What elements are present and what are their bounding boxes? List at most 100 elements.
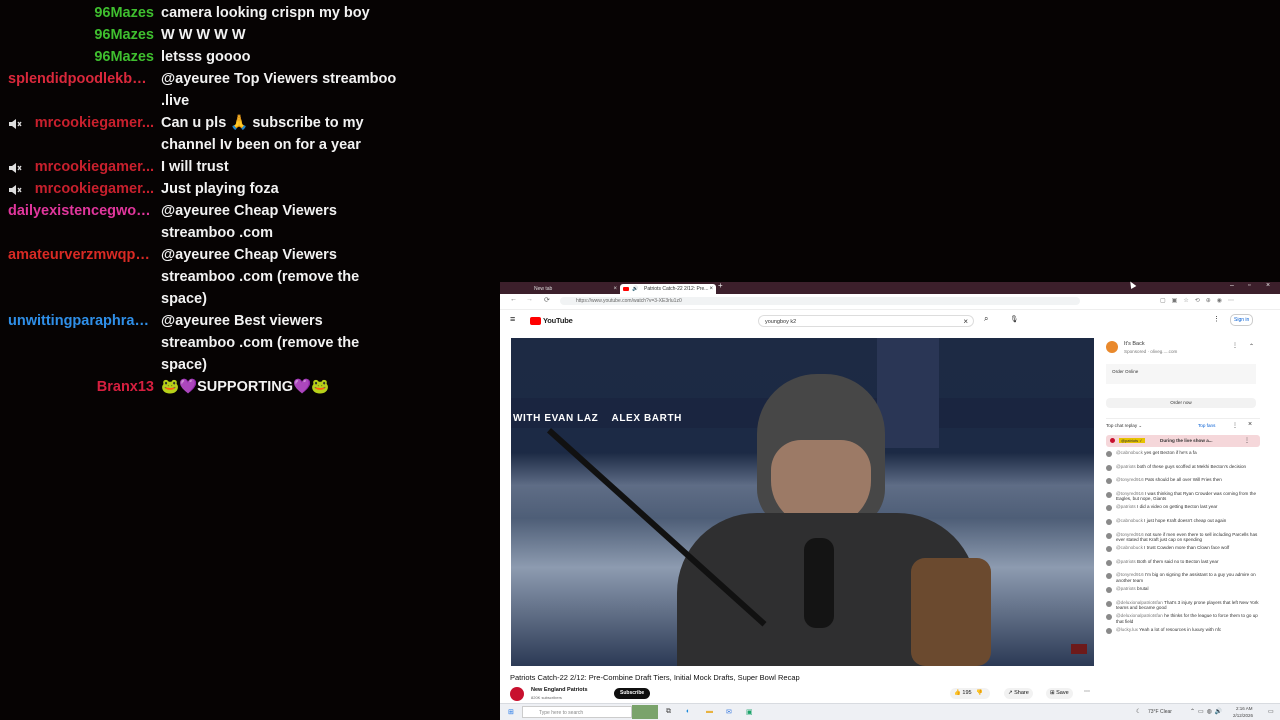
chat-close-icon[interactable]: × [1248,421,1252,428]
taskbar-date[interactable]: 2/12/2026 [1233,713,1253,718]
sign-in-button[interactable]: Sign in [1230,314,1254,326]
chat-username[interactable]: dailyexistencegwo5... [0,200,154,244]
chat-message-text: @ayeuree Best viewers streamboo .com (re… [161,313,360,373]
chat-avatar [1106,627,1112,634]
taskbar-search[interactable]: Type here to search [522,706,632,718]
chat-avatar [1106,586,1112,593]
chat-username[interactable]: mrcookiegamer... [0,178,154,200]
chat-username[interactable]: mrcookiegamer... [0,156,154,178]
chat-message: 96Mazes letsss goooo [0,46,480,68]
chat-message-list: @cabnobuck yes get Becton if he's a fa @p… [1106,450,1260,638]
speaker-muted-icon[interactable] [8,182,22,196]
live-chat-message[interactable]: @patriots I did a video on getting Becto… [1106,504,1260,515]
notifications-icon[interactable]: ▭ [1268,708,1274,715]
url-input[interactable]: https://www.youtube.com/watch?v=3-XE3rlu… [560,297,1080,305]
share-label: Share [1014,690,1029,696]
channel-name[interactable]: New England Patriots [531,687,588,693]
live-chat-message[interactable]: @tonyred916 I was thinking that Ryan Cro… [1106,491,1260,502]
chat-username[interactable]: unwittingparaphras... [0,310,154,376]
taskbar-promo-image[interactable] [632,705,658,719]
search-icon[interactable]: ⌕ [984,314,988,324]
speaker-muted-icon[interactable] [8,116,22,130]
live-chat-message[interactable]: @cabnobuck yes get Becton if he's a fa [1106,450,1260,461]
live-chat-message[interactable]: @patriots Both of them said no to Becton… [1106,559,1260,570]
tab-youtube-video[interactable]: 🔊 Patriots Catch-22 2/12: Pre... × [620,284,716,294]
video-player[interactable]: WITH EVAN LAZ ALEX BARTH [511,338,1094,666]
thumbs-down-icon[interactable]: 👎 [973,690,983,696]
minimize-icon[interactable]: – [1230,282,1234,289]
chat-username[interactable]: 96Mazes [0,24,154,46]
search-input[interactable]: youngboy k2 × [758,315,974,327]
new-tab-icon[interactable]: + [718,282,723,290]
live-chat-message[interactable]: @tonyred916 not sure if men even there t… [1106,532,1260,543]
chat-username[interactable]: Branx13 [0,376,154,398]
live-chat-message[interactable]: @deluxionalpatriotsfan That's 3 injury p… [1106,600,1260,611]
chat-avatar [1106,559,1112,566]
pinned-message[interactable]: @patriots ✓ During the live show a... ⋮ [1106,435,1260,447]
subscribe-label: Subscribe [620,690,645,696]
tab-new-tab[interactable]: New tab × [510,284,620,294]
live-chat-username: @patriots [1116,558,1136,564]
tab-label: Patriots Catch-22 2/12: Pre... [644,286,709,292]
more-options-icon[interactable]: ⋮ [1213,315,1220,323]
toolbar-extension-icons[interactable]: ▢▣☆⟲⊕◉⋯ [1160,297,1240,304]
file-explorer-icon[interactable]: ▬ [706,708,713,715]
taskbar-time[interactable]: 2:16 AM [1236,706,1253,711]
youtube-logo-icon[interactable] [530,317,541,325]
windows-start-icon[interactable]: ⊞ [508,708,514,716]
ad-order-button[interactable]: Order now [1106,398,1256,408]
video-watermark-icon [1071,644,1087,654]
task-view-icon[interactable]: ⧉ [666,708,671,716]
save-button[interactable]: ⊞ Save [1046,688,1073,699]
live-chat-message[interactable]: @tonyred916 I'm big on signing the assis… [1106,572,1260,583]
chat-mode-dropdown[interactable]: Top chat replay ⌄ [1106,423,1142,429]
chat-username[interactable]: 96Mazes [0,46,154,68]
chat-message: mrcookiegamer... Just playing foza [0,178,480,200]
collapse-icon[interactable]: ⌃ [1249,343,1254,350]
window-close-icon[interactable]: × [1266,282,1270,289]
edge-icon[interactable]: ◐ [686,708,690,715]
chat-username[interactable]: mrcookiegamer... [0,112,154,156]
live-chat-message[interactable]: @lucky.lux Yeah a lot of resources in lu… [1106,627,1260,638]
live-chat-message[interactable]: @deluxionalpatriotsfan he thinks for the… [1106,613,1260,624]
forward-icon[interactable]: → [526,296,533,303]
youtube-wordmark[interactable]: YouTube [543,316,573,325]
close-icon[interactable]: × [709,284,713,294]
menu-icon[interactable]: ≡ [510,314,515,324]
live-chat-message[interactable]: @tonyred916 Pats should be all over Will… [1106,477,1260,488]
microphone-icon[interactable]: 🎙 [1010,315,1018,323]
subscribe-button[interactable]: Subscribe [614,688,651,699]
chat-message: 96Mazes W W W W W [0,24,480,46]
chat-menu-icon[interactable]: ⋮ [1232,422,1238,429]
reload-icon[interactable]: ⟳ [544,296,550,304]
chat-avatar [1106,505,1112,512]
pinned-menu-icon[interactable]: ⋮ [1244,437,1250,444]
live-chat-message[interactable]: @cabnobuck I just hope Kraft doesn't che… [1106,518,1260,529]
live-chat-message[interactable]: @patriots brutal [1106,586,1260,597]
close-icon[interactable]: × [613,284,617,294]
tray-icons[interactable]: ⌃▭◍🔊 [1190,708,1225,715]
chat-avatar [1106,600,1112,607]
ad-menu-icon[interactable]: ⋮ [1232,342,1238,349]
top-fans-badge[interactable]: Top fans [1198,423,1215,428]
weather-text[interactable]: 73°F Clear [1148,709,1172,715]
mail-icon[interactable]: ✉ [726,708,732,716]
ad-card[interactable]: It's Back Sponsored · oliveg.....com ⋮ ⌃… [1106,338,1260,418]
back-icon[interactable]: ← [510,296,517,303]
more-actions-icon[interactable]: ⋯ [1084,688,1090,695]
chat-username[interactable]: splendidpoodlekbm... [0,68,154,112]
clear-search-icon[interactable]: × [963,316,968,328]
speaker-muted-icon[interactable] [8,160,22,174]
chat-avatar [1106,451,1112,457]
chat-username[interactable]: amateurverzmwqp2... [0,244,154,310]
live-chat-message[interactable]: @patriots both of these guys scoffed at … [1106,464,1260,475]
share-button[interactable]: ↗ Share [1004,688,1033,699]
chat-message-text: Just playing foza [161,181,279,197]
like-dislike-group[interactable]: 👍 195 👎 [950,688,990,699]
maximize-icon[interactable]: ▫ [1248,282,1250,289]
store-icon[interactable]: ▣ [746,708,753,716]
thumbs-up-icon[interactable]: 👍 [950,690,961,696]
live-chat-message[interactable]: @cabnobuck I trust Cowden more than Clow… [1106,545,1260,556]
chat-username[interactable]: 96Mazes [0,2,154,24]
channel-avatar[interactable] [510,687,524,701]
